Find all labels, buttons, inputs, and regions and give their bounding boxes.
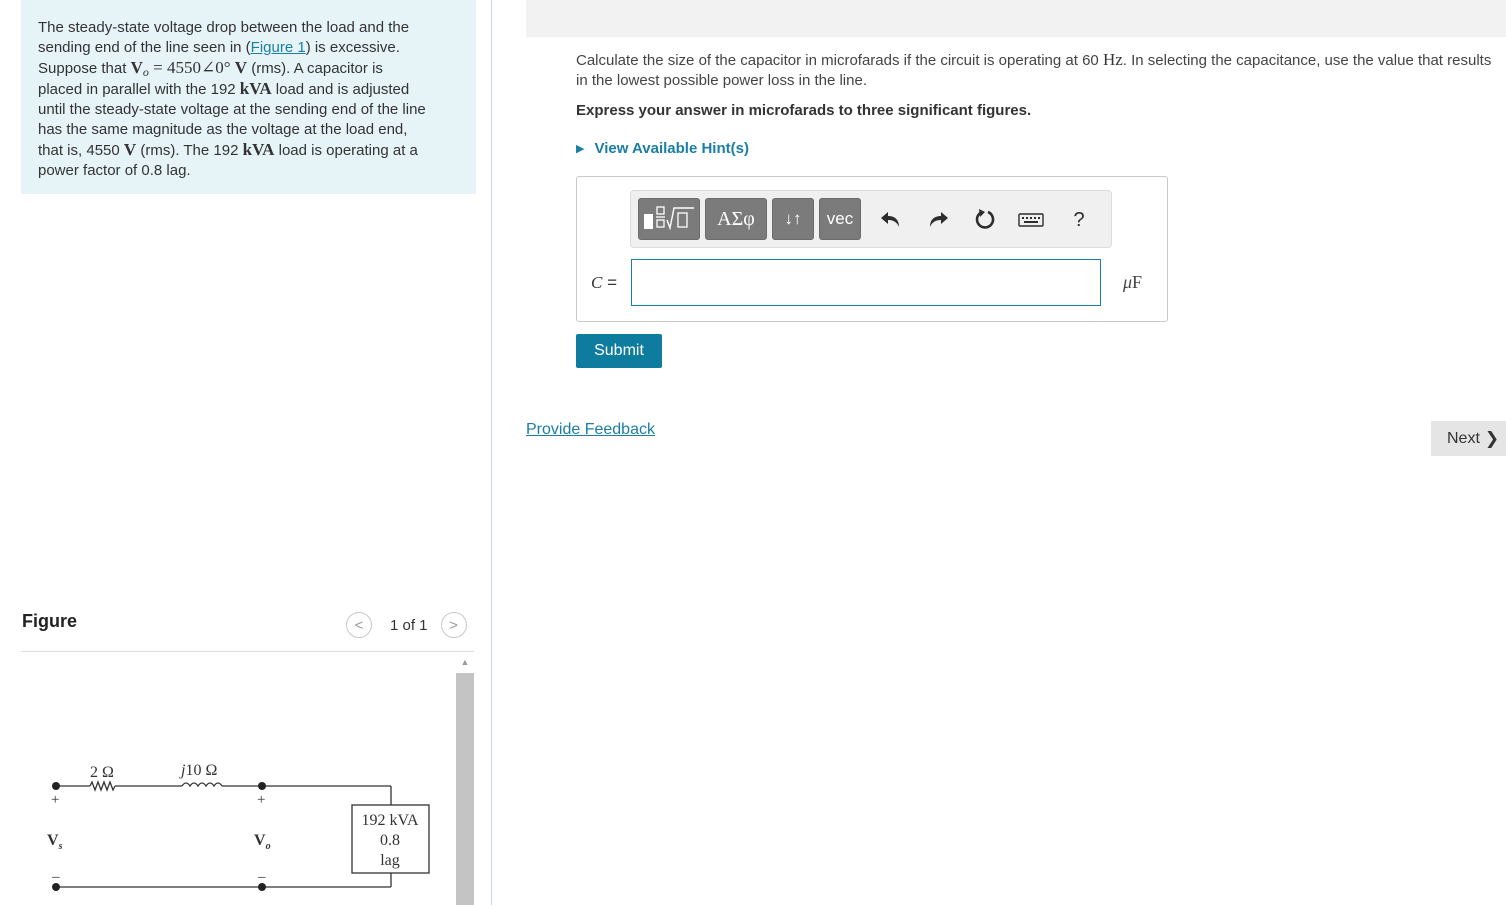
load-pf: 0.8: [380, 832, 400, 849]
help-icon[interactable]: ?: [1064, 206, 1094, 234]
figure-counter: 1 of 1: [390, 616, 428, 634]
problem-line: sending end of the line seen in (Figure …: [38, 38, 460, 58]
subscript-superscript-button[interactable]: ↓↑: [772, 198, 814, 240]
load-lag: lag: [380, 852, 400, 869]
capacitance-answer-input[interactable]: [631, 259, 1101, 306]
text-run: ) is excessive.: [305, 39, 400, 56]
terminal-vo-top: [258, 782, 266, 790]
question-text: Calculate the size of the capacitor in m…: [576, 50, 1492, 89]
next-figure-button[interactable]: >: [440, 612, 467, 638]
math-text: V: [234, 58, 248, 77]
next-button[interactable]: Next ❯: [1431, 421, 1506, 456]
redo-icon[interactable]: [923, 206, 953, 234]
resistor-label: 2 Ω: [90, 764, 114, 781]
vo-plus: +: [257, 792, 265, 808]
arrows-updown-icon: ↓↑: [784, 209, 802, 228]
text-run: power factor of 0.8 lag.: [38, 162, 191, 179]
figure-divider: [21, 651, 474, 652]
text-run: sending end of the line seen in (: [38, 39, 251, 56]
problem-line: has the same magnitude as the voltage at…: [38, 120, 460, 140]
resistor-symbol: [89, 780, 116, 792]
math-text: = 4550∠0°: [148, 58, 235, 77]
capacitance-label: C =: [591, 273, 617, 292]
math-text: V: [130, 58, 143, 77]
text-run: has the same magnitude as the voltage at…: [38, 121, 408, 138]
math-text: kVA: [242, 140, 275, 159]
scroll-up-arrow-icon[interactable]: ▲: [456, 655, 474, 669]
math-text: kVA: [239, 79, 272, 98]
hint-label: View Available Hint(s): [594, 140, 749, 157]
text-run: that is, 4550: [38, 142, 124, 159]
text-run: (rms). The 192: [136, 142, 243, 159]
problem-line: that is, 4550 V (rms). The 192 kVA load …: [38, 140, 460, 161]
inductor-label: j10 Ω: [179, 762, 217, 779]
templates-button[interactable]: [638, 198, 700, 240]
math-text: V: [123, 140, 137, 159]
text-run: load and is adjusted: [271, 81, 410, 98]
figure-scrollbar[interactable]: [456, 673, 474, 905]
undo-icon[interactable]: [876, 206, 906, 234]
inductor-symbol: [181, 782, 223, 788]
vo-minus: –: [257, 869, 266, 885]
text-run: Suppose that: [38, 60, 131, 77]
unit-label: μF: [1123, 272, 1143, 292]
reset-icon[interactable]: [970, 206, 1000, 234]
problem-line: placed in parallel with the 192 kVA load…: [38, 79, 460, 100]
problem-line: Suppose that Vo = 4550∠0° V (rms). A cap…: [38, 58, 460, 79]
load-rating: 192 kVA: [361, 812, 418, 829]
text-run: until the steady-state voltage at the se…: [38, 101, 426, 118]
text-run: The steady-state voltage drop between th…: [38, 19, 410, 36]
provide-feedback-link[interactable]: Provide Feedback: [526, 421, 655, 439]
text-run: placed in parallel with the 192: [38, 81, 240, 98]
vs-label: Vs: [47, 832, 63, 852]
answer-box: ΑΣφ ↓↑ vec ? C = μF: [576, 176, 1168, 322]
greek-symbols-button[interactable]: ΑΣφ: [705, 198, 767, 240]
text-run: load is operating at a: [274, 142, 418, 159]
answer-instruction: Express your answer in microfarads to th…: [576, 102, 1032, 119]
circuit-diagram: 2 Ω j10 Ω + Vs – + Vo – 192 kVA 0.8 lag: [47, 762, 430, 891]
problem-line: The steady-state voltage drop between th…: [38, 18, 460, 38]
keyboard-icon[interactable]: [1016, 206, 1046, 234]
part-header-band: [526, 0, 1506, 37]
pane-divider: [491, 0, 492, 905]
prev-figure-button[interactable]: <: [346, 612, 372, 638]
figure-pager: < 1 of 1 >: [346, 612, 467, 638]
vector-button[interactable]: vec: [819, 198, 861, 240]
view-hints-toggle[interactable]: ▶ View Available Hint(s): [576, 140, 749, 157]
terminal-vs-top: [52, 782, 60, 790]
figure-link[interactable]: Figure 1: [251, 39, 306, 56]
fraction-sqrt-icon: [644, 206, 694, 231]
text-run: (rms). A capacitor is: [247, 60, 383, 77]
math-toolbar: ΑΣφ ↓↑ vec ?: [630, 190, 1112, 248]
vs-plus: +: [51, 792, 59, 808]
problem-line: until the steady-state voltage at the se…: [38, 100, 460, 120]
next-label: Next: [1447, 429, 1480, 447]
vo-label: Vo: [254, 832, 271, 852]
figure-title: Figure: [22, 611, 78, 631]
vs-minus: –: [51, 869, 60, 885]
caret-right-icon: ▶: [576, 143, 585, 155]
problem-statement: The steady-state voltage drop between th…: [21, 0, 476, 194]
chevron-right-icon: ❯: [1484, 428, 1500, 448]
vec-icon: vec: [826, 209, 854, 228]
submit-button[interactable]: Submit: [576, 334, 662, 368]
problem-line: power factor of 0.8 lag.: [38, 161, 460, 181]
